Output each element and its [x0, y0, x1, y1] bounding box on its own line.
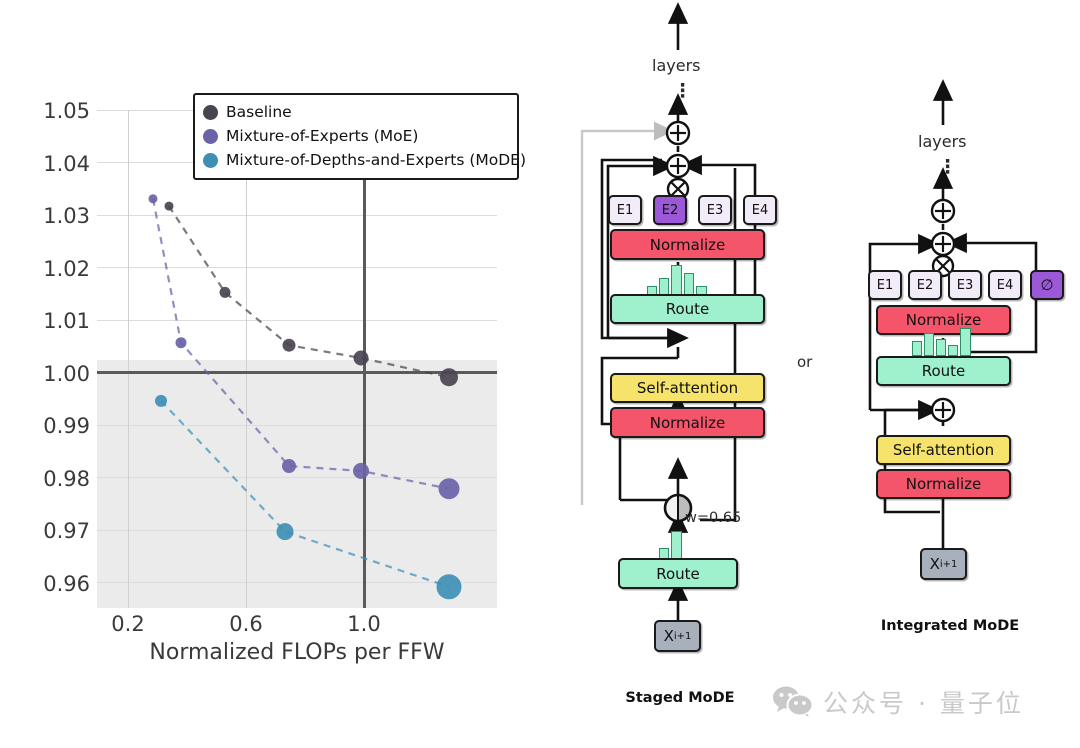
staged-route-top-histogram	[647, 265, 709, 295]
integrated-normalize-bottom[interactable]: Normalize	[876, 469, 1011, 499]
y-tick-1.05: 1.05	[43, 99, 90, 123]
staged-vertical-dots: ⋮	[673, 80, 692, 102]
staged-route-bottom[interactable]: Route	[618, 558, 738, 589]
y-tick-1.02: 1.02	[43, 257, 90, 281]
series-line	[151, 198, 450, 490]
wechat-icon	[773, 686, 814, 719]
staged-input-subscript: i+1	[673, 630, 692, 642]
staged-normalize-top[interactable]: Normalize	[610, 229, 765, 260]
data-point[interactable]	[175, 337, 187, 349]
integrated-expert-e2[interactable]: E2	[908, 270, 942, 300]
integrated-caption: Integrated MoDE	[880, 618, 1020, 634]
staged-expert-e4[interactable]: E4	[743, 195, 777, 225]
data-point[interactable]	[276, 523, 294, 541]
integrated-null-expert[interactable]: ∅	[1030, 270, 1064, 300]
y-tick-0.99: 0.99	[43, 414, 90, 438]
data-point[interactable]	[436, 574, 462, 600]
staged-mode-diagram: layers ⋮ E1 E2 E3 E4 Normalize Route Sel…	[560, 0, 800, 720]
y-axis-label: Normalized Loss	[0, 128, 2, 300]
plot-area	[97, 110, 497, 608]
integrated-self-attention[interactable]: Self-attention	[876, 435, 1011, 465]
legend-item-mode: Mixture-of-Depths-and-Experts (MoDE)	[203, 148, 526, 172]
data-point[interactable]	[155, 394, 167, 407]
loss-vs-flops-chart: Normalized Loss Normalized FLOPs per FFW…	[0, 0, 560, 700]
data-point[interactable]	[282, 459, 296, 473]
staged-expert-e1[interactable]: E1	[608, 195, 642, 225]
staged-route-top[interactable]: Route	[610, 294, 765, 324]
integrated-mode-diagram: layers ⋮ E1 E2 E3 E4 ∅ Normalize Route S…	[840, 79, 1080, 640]
integrated-input-box[interactable]: Xi+1	[920, 548, 967, 580]
data-point[interactable]	[219, 286, 231, 298]
data-series-layer	[148, 194, 462, 600]
staged-wires	[580, 2, 757, 622]
data-point[interactable]	[164, 201, 174, 211]
data-point[interactable]	[440, 368, 458, 387]
y-tick-1.04: 1.04	[43, 152, 90, 176]
x-axis-label: Normalized FLOPs per FFW	[149, 640, 445, 665]
legend-dot-moe	[203, 128, 218, 144]
staged-expert-e3[interactable]: E3	[698, 195, 732, 225]
data-point[interactable]	[353, 462, 369, 479]
data-point[interactable]	[148, 194, 158, 204]
staged-expert-e2[interactable]: E2	[653, 195, 687, 225]
integrated-expert-e3[interactable]: E3	[948, 270, 982, 300]
data-point[interactable]	[353, 350, 369, 366]
integrated-input-subscript: i+1	[939, 558, 958, 570]
integrated-expert-e1[interactable]: E1	[868, 270, 902, 300]
y-tick-0.97: 0.97	[43, 519, 90, 543]
staged-layers-label: layers	[652, 56, 701, 75]
integrated-vertical-dots: ⋮	[938, 156, 957, 178]
y-tick-0.98: 0.98	[43, 467, 90, 491]
legend-dot-mode	[203, 152, 218, 168]
diagram-connector-or: or	[797, 353, 813, 371]
staged-normalize-bottom[interactable]: Normalize	[610, 407, 765, 438]
series-baseline	[164, 201, 458, 387]
legend-label-moe: Mixture-of-Experts (MoE)	[226, 127, 419, 145]
chart-legend: Baseline Mixture-of-Experts (MoE) Mixtur…	[193, 93, 526, 180]
legend-label-baseline: Baseline	[226, 103, 292, 121]
y-tick-1.03: 1.03	[43, 204, 90, 228]
staged-input-box[interactable]: Xi+1	[654, 620, 701, 652]
series-mixture-of-depths-and-experts-mode	[155, 394, 462, 600]
staged-input-label: X	[663, 627, 674, 645]
watermark-text: 公众号 · 量子位	[823, 689, 1024, 718]
y-tick-0.96: 0.96	[43, 572, 90, 596]
x-tick-1.0: 1.0	[347, 612, 381, 636]
integrated-layers-label: layers	[918, 132, 967, 151]
staged-self-attention[interactable]: Self-attention	[610, 373, 765, 403]
integrated-expert-e4[interactable]: E4	[988, 270, 1022, 300]
integrated-route-histogram	[912, 328, 974, 356]
y-tick-1.01: 1.01	[43, 309, 90, 333]
x-tick-0.6: 0.6	[229, 612, 263, 636]
x-tick-0.2: 0.2	[111, 612, 145, 636]
data-point[interactable]	[438, 478, 460, 500]
legend-item-baseline: Baseline	[203, 100, 509, 124]
staged-weight-label: w=0.65	[685, 510, 742, 526]
legend-label-mode: Mixture-of-Depths-and-Experts (MoDE)	[226, 151, 526, 169]
staged-caption: Staged MoDE	[625, 690, 735, 706]
y-tick-1.00: 1.00	[43, 362, 90, 386]
data-point[interactable]	[282, 338, 296, 352]
legend-dot-baseline	[203, 104, 218, 120]
integrated-route[interactable]: Route	[876, 356, 1011, 386]
series-line	[168, 205, 450, 379]
series-line	[160, 400, 450, 588]
staged-route-bottom-histogram	[659, 531, 687, 559]
integrated-input-label: X	[929, 555, 940, 573]
legend-item-moe: Mixture-of-Experts (MoE)	[203, 124, 509, 148]
watermark: 公众号 · 量子位	[772, 684, 1024, 720]
